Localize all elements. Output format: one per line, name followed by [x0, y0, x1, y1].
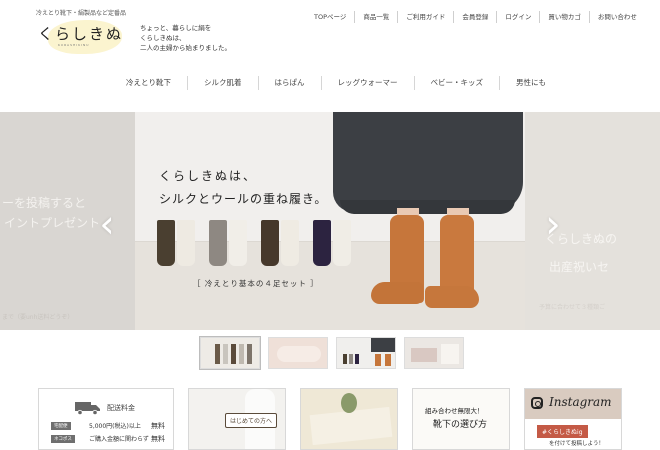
main-nav-leg-warmer[interactable]: レッグウォーマー — [320, 76, 414, 90]
slide-thumbnail[interactable] — [404, 337, 464, 369]
slide-thumbnail[interactable] — [200, 337, 260, 369]
slide-headline: くらしきぬは、 — [159, 169, 258, 183]
slide-headline: シルクとウールの重ね履き。 — [159, 192, 328, 206]
instagram-banner[interactable]: Instagram #くらしきぬig を付けて投稿しよう！ — [524, 388, 622, 450]
instagram-title: Instagram — [549, 395, 612, 409]
chevron-right-icon[interactable]: › — [540, 204, 566, 244]
shipping-tag: 宅配便 — [51, 422, 71, 430]
top-nav-guide[interactable]: ご利用ガイド — [397, 11, 453, 23]
top-nav-products[interactable]: 商品一覧 — [354, 11, 397, 23]
shipping-title: 配送料金 — [107, 404, 135, 412]
top-nav-register[interactable]: 会員登録 — [453, 11, 496, 23]
banner-row: 配送料金 宅配便 5,000円(税込)以上 無料 ネコポス ご購入金額に関わらず… — [38, 388, 622, 450]
sock-image — [313, 220, 331, 266]
next-slide-text: 出産祝いセ — [549, 260, 610, 274]
sock-image — [281, 220, 299, 266]
top-nav: TOPページ 商品一覧 ご利用ガイド 会員登録 ログイン 買い物カゴ お問い合わ… — [310, 10, 645, 24]
shipping-tag: ネコポス — [51, 435, 75, 443]
next-slide-caption: 予算に合わせて３種類ご — [539, 304, 606, 311]
instagram-icon — [531, 397, 543, 409]
logo-text: くらしきぬ — [38, 25, 124, 43]
product-photo-banner[interactable] — [300, 388, 398, 450]
model-skirt — [333, 112, 523, 212]
top-nav-home[interactable]: TOPページ — [310, 11, 354, 23]
main-nav: 冷えとり靴下 シルク肌着 はらぱん レッグウォーマー ベビー・キッズ 男性にも — [110, 74, 562, 92]
model-foot-left — [371, 282, 423, 304]
sock-image — [157, 220, 175, 266]
prev-slide-text: イントプレゼント — [4, 216, 101, 230]
instagram-caption: を付けて投稿しよう！ — [549, 441, 605, 447]
current-slide[interactable]: くらしきぬは、 シルクとウールの重ね履き。 ［ 冷えとり基本の４足セット ］ — [135, 112, 525, 330]
shipping-condition: 5,000円(税込)以上 — [89, 423, 141, 430]
main-nav-silk-underwear[interactable]: シルク肌着 — [187, 76, 258, 90]
catchcopy: ちょっと、暮らしに絹を くらしきぬは、 二人の主婦から始まりました。 — [140, 24, 231, 52]
shipping-banner[interactable]: 配送料金 宅配便 5,000円(税込)以上 無料 ネコポス ご購入金額に関わらず… — [38, 388, 174, 450]
slide-thumbnail[interactable] — [336, 337, 396, 369]
main-nav-baby-kids[interactable]: ベビー・キッズ — [413, 76, 500, 90]
sock-guide-banner[interactable]: 組み合わせ無限大！ 靴下の選び方 — [412, 388, 510, 450]
site-header: 冷えとり靴下・絹製品など定番品 くらしきぬ KURASHIKINU ちょっと、暮… — [0, 0, 660, 112]
sock-guide-line: 組み合わせ無限大！ — [425, 407, 484, 415]
prev-slide-text: ーを投稿すると — [2, 196, 87, 210]
top-nav-login[interactable]: ログイン — [496, 11, 539, 23]
model-skirt-hem — [340, 200, 515, 214]
model-foot-right — [425, 286, 479, 308]
sock-image — [261, 220, 279, 266]
shipping-free: 無料 — [151, 422, 165, 430]
sock-guide-title: 靴下の選び方 — [433, 420, 488, 430]
plant-photo — [341, 393, 357, 413]
site-logo[interactable]: くらしきぬ KURASHIKINU — [28, 16, 128, 54]
main-nav-men[interactable]: 男性にも — [499, 76, 562, 90]
set-label: ［ 冷えとり基本の４足セット ］ — [193, 279, 319, 288]
chevron-left-icon[interactable]: ‹ — [94, 204, 120, 244]
main-nav-socks[interactable]: 冷えとり靴下 — [110, 76, 187, 90]
top-nav-contact[interactable]: お問い合わせ — [588, 11, 645, 23]
shipping-free: 無料 — [151, 435, 165, 443]
first-time-banner[interactable]: はじめての方へ — [188, 388, 286, 450]
logo-subtext: KURASHIKINU — [58, 43, 90, 47]
slide-thumbnail[interactable] — [268, 337, 328, 369]
first-time-label: はじめての方へ — [225, 413, 278, 428]
prev-slide-caption: まで（要unh送料どうぞ） — [2, 314, 74, 321]
sock-image — [333, 220, 351, 266]
slide-thumbnails — [200, 337, 464, 369]
sock-image — [177, 220, 195, 266]
main-nav-harapan[interactable]: はらぱん — [257, 76, 321, 90]
truck-icon — [75, 402, 100, 415]
instagram-hashtag: #くらしきぬig — [537, 425, 588, 438]
top-nav-cart[interactable]: 買い物カゴ — [539, 11, 589, 23]
sock-image — [209, 220, 227, 266]
hero-slider: ーを投稿すると イントプレゼント まで（要unh送料どうぞ） くらしきぬは、 シ… — [0, 112, 660, 330]
shipping-condition: ご購入金額に関わらず — [89, 436, 149, 443]
sock-image — [229, 220, 247, 266]
